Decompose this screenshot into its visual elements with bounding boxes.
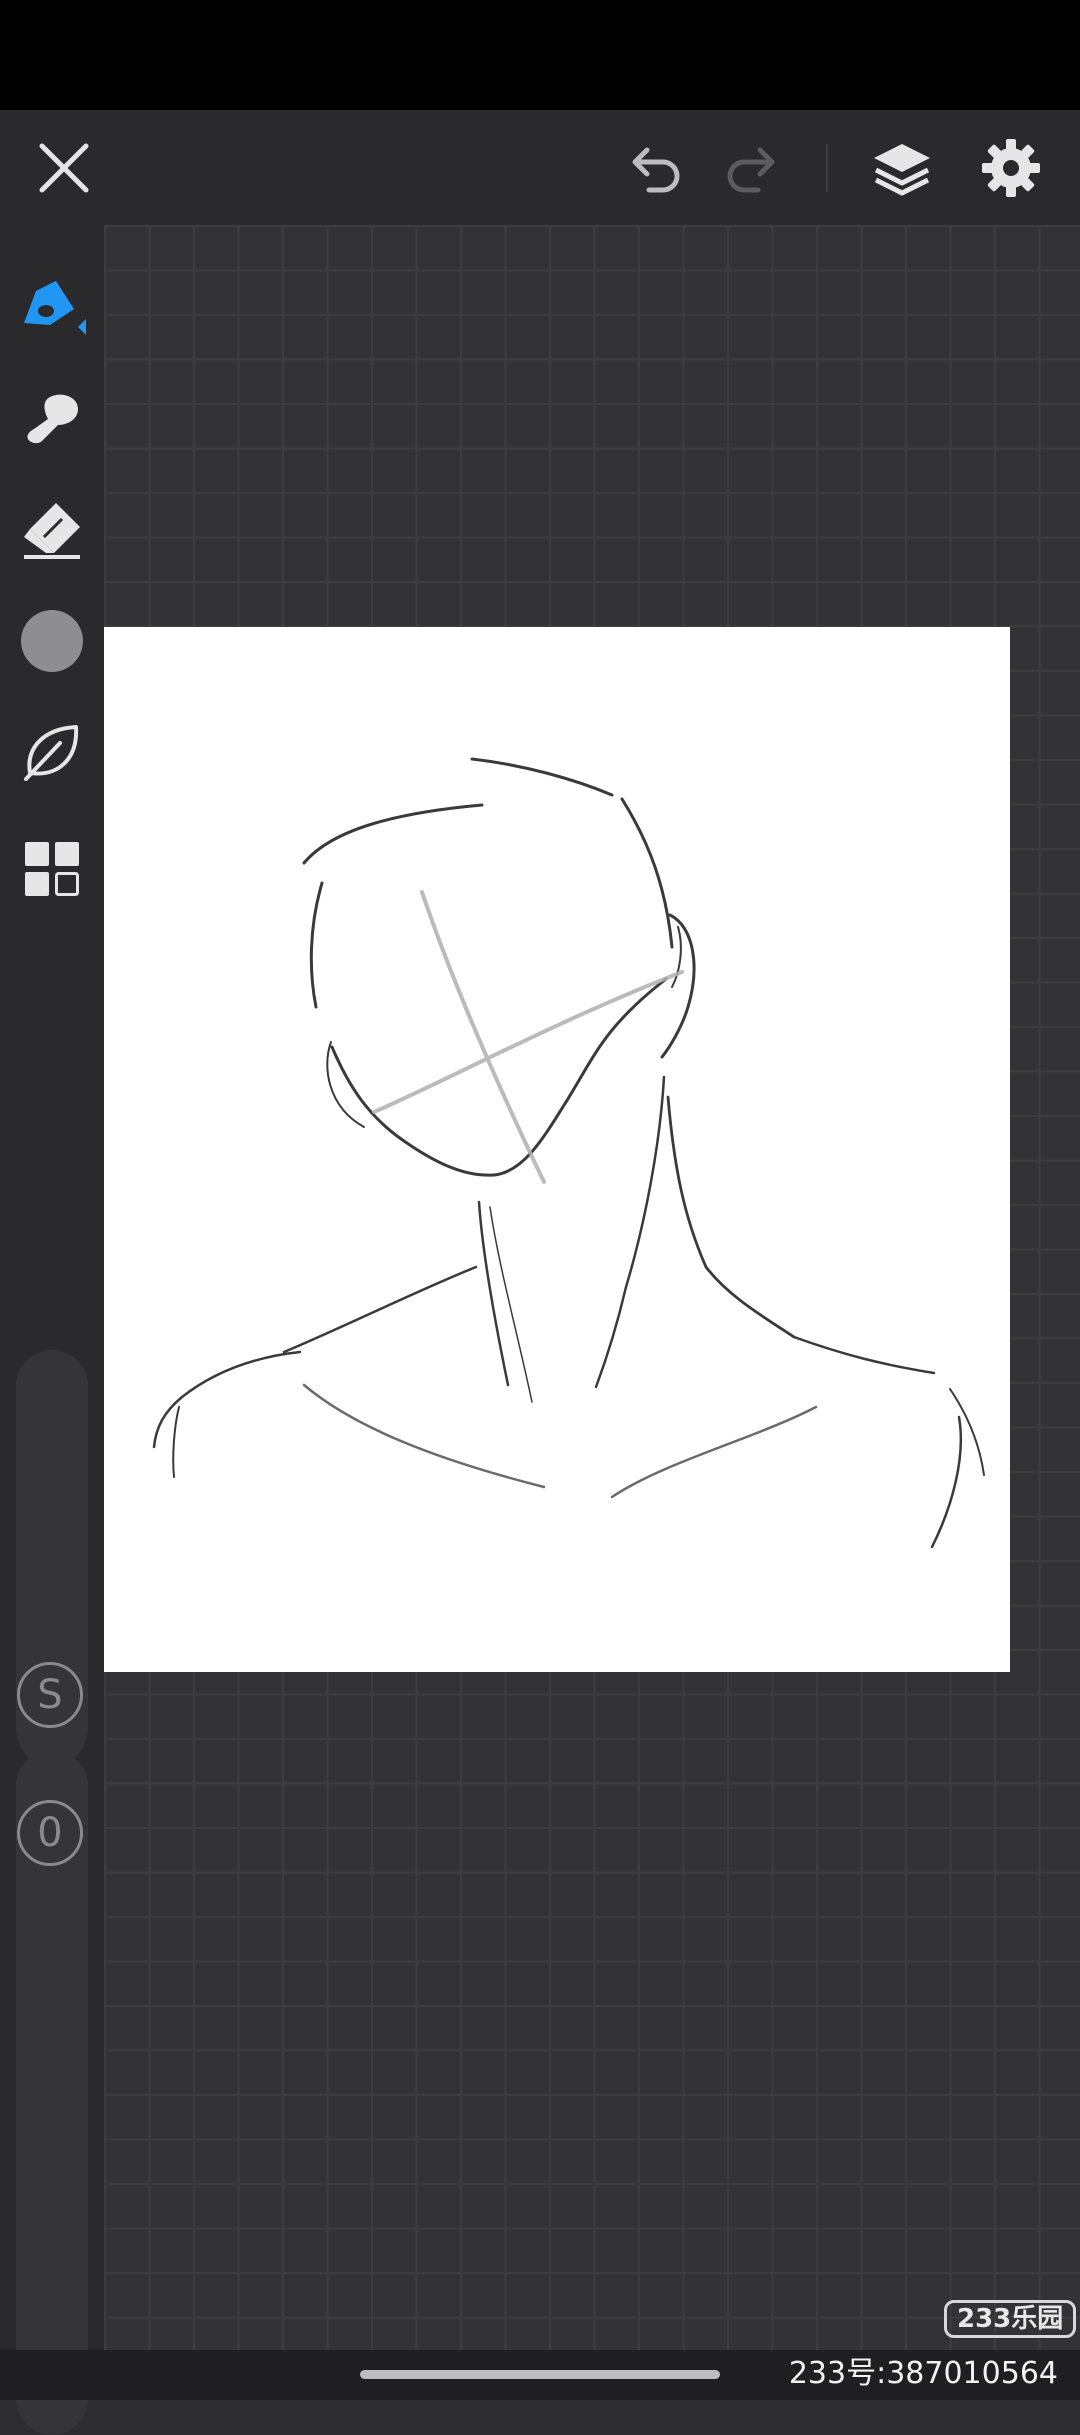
drawing-canvas[interactable] bbox=[104, 627, 1010, 1672]
watermark-id: 233号:387010564 bbox=[788, 2356, 1058, 2391]
close-icon bbox=[39, 143, 89, 193]
home-indicator[interactable] bbox=[360, 2370, 720, 2379]
redo-icon bbox=[727, 147, 775, 193]
tool-sidebar: S 0 bbox=[0, 225, 104, 2435]
top-toolbar bbox=[0, 110, 1080, 225]
eraser-icon bbox=[24, 503, 80, 559]
smudge-icon bbox=[27, 394, 79, 444]
eraser-tool[interactable] bbox=[12, 489, 92, 569]
watermark-logo: 233乐园 bbox=[944, 2300, 1077, 2338]
toolbar-divider bbox=[826, 144, 828, 192]
settings-button[interactable] bbox=[971, 128, 1051, 208]
size-slider-label[interactable]: S bbox=[17, 1662, 83, 1728]
leaf-icon bbox=[24, 725, 79, 781]
opacity-slider-label[interactable]: 0 bbox=[17, 1800, 83, 1866]
smudge-tool[interactable] bbox=[12, 377, 92, 457]
pen-tool[interactable] bbox=[12, 265, 92, 345]
pen-icon bbox=[24, 281, 86, 335]
brush-library[interactable] bbox=[12, 711, 92, 791]
grid-icon bbox=[25, 842, 79, 896]
sketch-drawing bbox=[152, 757, 985, 1549]
gear-icon bbox=[982, 139, 1040, 197]
undo-icon bbox=[632, 147, 680, 193]
gallery-button[interactable] bbox=[12, 829, 92, 909]
layers-button[interactable] bbox=[862, 128, 942, 208]
layers-icon bbox=[874, 144, 930, 196]
undo-button[interactable] bbox=[615, 128, 695, 208]
color-picker[interactable] bbox=[12, 601, 92, 681]
close-button[interactable] bbox=[24, 128, 104, 208]
status-bar bbox=[0, 0, 1080, 110]
color-swatch bbox=[21, 610, 83, 672]
redo-button[interactable] bbox=[712, 128, 792, 208]
